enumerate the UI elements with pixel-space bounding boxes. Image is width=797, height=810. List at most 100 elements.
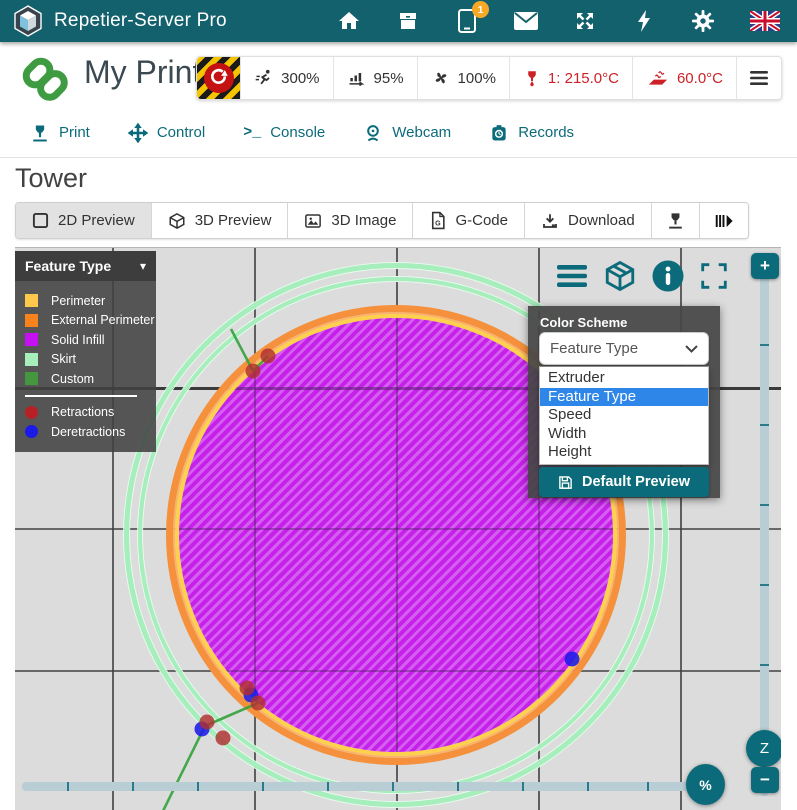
flow-bars-icon [347, 68, 367, 88]
z-slider-tick [760, 584, 769, 586]
printer-tabs: Print Control >_ Console Webcam [0, 108, 797, 158]
fan-icon [431, 68, 451, 88]
top-navbar: Repetier-Server Pro 1 [0, 0, 797, 42]
info-icon[interactable] [651, 259, 685, 293]
move-cross-icon [128, 123, 148, 143]
zoom-out-button[interactable]: − [751, 767, 779, 793]
tab-print[interactable]: Print [30, 123, 90, 143]
legend-item: Custom [15, 369, 156, 389]
option-width[interactable]: Width [540, 425, 708, 444]
menu-icon[interactable] [555, 262, 589, 290]
color-scheme-title: Color Scheme [540, 315, 720, 330]
notification-badge: 1 [472, 1, 489, 18]
run-speed-icon [254, 68, 274, 88]
legend-body: Perimeter External Perimeter Solid Infil… [15, 281, 156, 452]
percent-slider-tick [587, 782, 589, 791]
z-slider-tick [760, 344, 769, 346]
expand-arrows-icon[interactable] [572, 8, 598, 34]
printer-statusbar: 300% 95% 100% [196, 56, 782, 100]
lightning-icon[interactable] [631, 8, 657, 34]
skirt-swatch [25, 353, 38, 366]
percent-slider-handle[interactable]: % [686, 764, 725, 805]
button-3d-preview[interactable]: 3D Preview [152, 203, 289, 238]
percent-slider-tick [132, 782, 134, 791]
color-scheme-selected-value: Feature Type [550, 340, 638, 357]
button-2d-preview[interactable]: 2D Preview [16, 203, 152, 238]
flow-multiplier[interactable]: 95% [334, 57, 418, 99]
option-height[interactable]: Height [540, 443, 708, 462]
page-title: Tower [15, 163, 87, 194]
chevron-down-icon [685, 340, 698, 357]
z-slider-handle[interactable]: Z [746, 730, 781, 767]
fan-speed[interactable]: 100% [418, 57, 510, 99]
printer-header: My Printer 300% [0, 42, 797, 108]
tablet-icon[interactable]: 1 [454, 8, 480, 34]
emergency-stop-icon [204, 63, 234, 93]
connection-chain-icon[interactable] [12, 49, 70, 108]
legend-header[interactable]: Feature Type ▾ [15, 251, 156, 281]
nozzle-icon [666, 211, 685, 230]
legend-item: Deretractions [15, 422, 156, 442]
button-3d-image[interactable]: 3D Image [288, 203, 413, 238]
language-flag-uk-icon[interactable] [749, 8, 781, 34]
cube-icon [168, 212, 186, 230]
speed-multiplier[interactable]: 300% [241, 57, 333, 99]
gcode-file-icon: G [429, 211, 446, 230]
square-outline-icon [32, 212, 49, 229]
option-feature-type[interactable]: Feature Type [540, 388, 708, 407]
zoom-in-button[interactable]: + [751, 253, 779, 279]
repetier-logo-icon[interactable] [13, 5, 43, 37]
tab-webcam[interactable]: Webcam [363, 123, 451, 143]
bed-temperature[interactable]: 60.0°C [633, 57, 737, 99]
percent-slider-tick [647, 782, 649, 791]
repetier-server-window: Repetier-Server Pro 1 [0, 0, 797, 810]
download-icon [541, 212, 559, 230]
gear-icon[interactable] [690, 8, 716, 34]
recorder-icon [489, 123, 509, 143]
extruder-nozzle-icon [523, 68, 541, 88]
color-scheme-select[interactable]: Feature Type [539, 332, 709, 365]
color-scheme-panel: Color Scheme Feature Type Extruder Featu… [528, 306, 720, 498]
gcode-2d-preview-canvas[interactable]: Feature Type ▾ Perimeter External Perime… [15, 247, 781, 810]
percent-slider-tick [197, 782, 199, 791]
legend-item: Solid Infill [15, 330, 156, 350]
percent-slider-tick [457, 782, 459, 791]
legend-panel: Feature Type ▾ Perimeter External Perime… [15, 251, 156, 452]
percent-slider-tick [327, 782, 329, 791]
chevron-down-icon: ▾ [140, 259, 146, 273]
z-slider-tick [760, 664, 769, 666]
percent-slider-track[interactable] [22, 782, 712, 791]
z-slider-tick [760, 504, 769, 506]
legend-item: Perimeter [15, 291, 156, 311]
extruder-temperature[interactable]: 1: 215.0°C [510, 57, 633, 99]
printer-queue-icon[interactable] [395, 8, 421, 34]
fullscreen-icon[interactable] [698, 260, 730, 292]
button-download[interactable]: Download [525, 203, 652, 238]
legend-divider [25, 395, 137, 397]
button-gcode[interactable]: G G-Code [413, 203, 525, 238]
svg-text:G: G [436, 219, 442, 227]
printer-menu-button[interactable] [737, 57, 781, 99]
percent-slider-tick [522, 782, 524, 791]
tab-console[interactable]: >_ Console [243, 124, 325, 141]
percent-slider-tick [67, 782, 69, 791]
percent-slider-tick [392, 782, 394, 791]
default-preview-button[interactable]: Default Preview [539, 467, 709, 497]
hamburger-icon [750, 70, 768, 86]
percent-slider-tick [262, 782, 264, 791]
option-extruder[interactable]: Extruder [540, 369, 708, 388]
cube-3d-icon[interactable] [602, 259, 638, 293]
tab-control[interactable]: Control [128, 123, 205, 143]
mail-icon[interactable] [513, 8, 539, 34]
button-print-preview[interactable] [652, 203, 700, 238]
z-slider-tick [760, 424, 769, 426]
tab-records[interactable]: Records [489, 123, 574, 143]
z-slider-track[interactable] [760, 256, 769, 796]
external-perimeter-swatch [25, 314, 38, 327]
option-speed[interactable]: Speed [540, 406, 708, 425]
navbar-icons: 1 [336, 8, 781, 34]
home-icon[interactable] [336, 8, 362, 34]
layers-play-icon [714, 212, 734, 230]
button-layer-animation[interactable] [700, 203, 748, 238]
emergency-stop-button[interactable] [197, 57, 241, 99]
